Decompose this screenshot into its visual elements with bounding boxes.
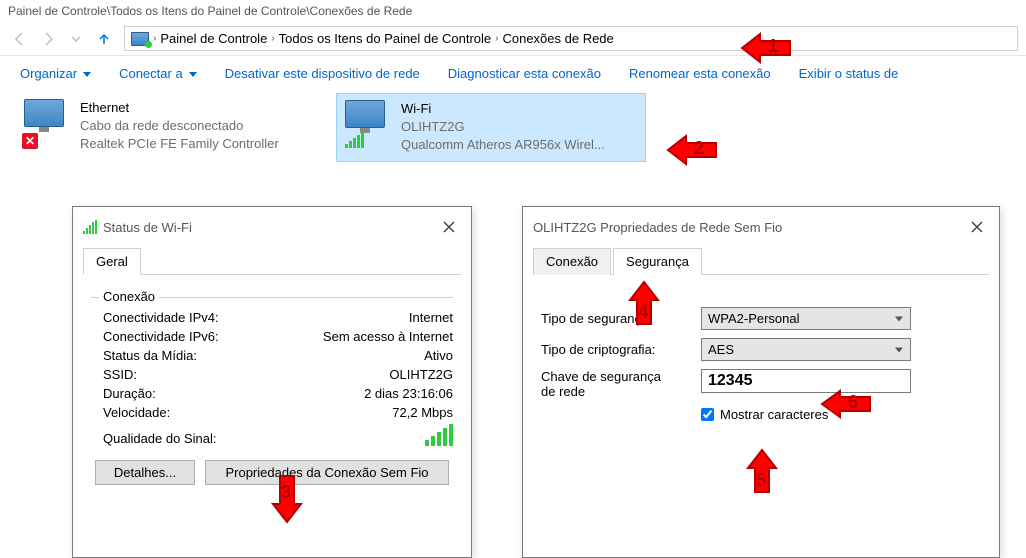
- wireless-properties-dialog: OLIHTZ2G Propriedades de Rede Sem Fio Co…: [522, 206, 1000, 558]
- adapter-name: Wi-Fi: [401, 100, 605, 118]
- wireless-properties-button[interactable]: Propriedades da Conexão Sem Fio: [205, 460, 449, 485]
- show-status[interactable]: Exibir o status de: [799, 66, 899, 81]
- rename-connection[interactable]: Renomear esta conexão: [629, 66, 771, 81]
- show-characters-label: Mostrar caracteres: [720, 407, 828, 422]
- signal-bars-icon: [425, 424, 453, 446]
- details-button[interactable]: Detalhes...: [95, 460, 195, 485]
- organize-menu[interactable]: Organizar: [20, 66, 91, 81]
- adapter-status: Cabo da rede desconectado: [80, 117, 279, 135]
- wifi-icon: [345, 100, 393, 148]
- speed-label: Velocidade:: [103, 405, 170, 420]
- adapter-wifi[interactable]: Wi-Fi OLIHTZ2G Qualcomm Atheros AR956x W…: [336, 93, 646, 162]
- security-type-label: Tipo de segurança:: [541, 311, 701, 326]
- tab-security[interactable]: Segurança: [613, 248, 702, 275]
- disable-device[interactable]: Desativar este dispositivo de rede: [225, 66, 420, 81]
- recent-dropdown[interactable]: [64, 27, 88, 51]
- close-button[interactable]: [965, 215, 989, 239]
- adapter-name: Ethernet: [80, 99, 279, 117]
- tab-connection[interactable]: Conexão: [533, 248, 611, 275]
- duration-label: Duração:: [103, 386, 156, 401]
- diagnose-connection[interactable]: Diagnosticar esta conexão: [448, 66, 601, 81]
- forward-button[interactable]: [36, 27, 60, 51]
- breadcrumb-a[interactable]: Painel de Controle: [160, 31, 267, 46]
- dialog-title: OLIHTZ2G Propriedades de Rede Sem Fio: [533, 220, 782, 235]
- control-panel-icon: [131, 32, 149, 46]
- adapter-device: Realtek PCIe FE Family Controller: [80, 135, 279, 153]
- command-bar: Organizar Conectar a Desativar este disp…: [0, 56, 1026, 91]
- dialog-title: Status de Wi-Fi: [103, 220, 192, 235]
- group-connection: Conexão: [99, 289, 159, 304]
- ipv6-label: Conectividade IPv6:: [103, 329, 219, 344]
- ethernet-icon: ✕: [24, 99, 72, 147]
- ssid-label: SSID:: [103, 367, 137, 382]
- disconnected-icon: ✕: [22, 133, 38, 149]
- ipv4-value: Internet: [409, 310, 453, 325]
- back-button[interactable]: [8, 27, 32, 51]
- signal-icon: [83, 220, 97, 234]
- up-button[interactable]: [92, 27, 116, 51]
- duration-value: 2 dias 23:16:06: [364, 386, 453, 401]
- window-title: Painel de Controle\Todos os Itens do Pai…: [0, 0, 1026, 22]
- adapter-ssid: OLIHTZ2G: [401, 118, 605, 136]
- nav-bar: › Painel de Controle › Todos os Itens do…: [0, 22, 1026, 56]
- ssid-value: OLIHTZ2G: [389, 367, 453, 382]
- media-label: Status da Mídia:: [103, 348, 197, 363]
- network-key-label-2: de rede: [541, 384, 701, 399]
- media-value: Ativo: [424, 348, 453, 363]
- encryption-type-label: Tipo de criptografia:: [541, 342, 701, 357]
- ipv4-label: Conectividade IPv4:: [103, 310, 219, 325]
- breadcrumb-c[interactable]: Conexões de Rede: [502, 31, 613, 46]
- breadcrumb-b[interactable]: Todos os Itens do Painel de Controle: [279, 31, 491, 46]
- adapter-list: ✕ Ethernet Cabo da rede desconectado Rea…: [0, 91, 1026, 174]
- network-key-input[interactable]: [701, 369, 911, 393]
- adapter-ethernet[interactable]: ✕ Ethernet Cabo da rede desconectado Rea…: [16, 93, 326, 162]
- close-button[interactable]: [437, 215, 461, 239]
- security-type-select[interactable]: WPA2-Personal: [701, 307, 911, 330]
- encryption-type-select[interactable]: AES: [701, 338, 911, 361]
- ipv6-value: Sem acesso à Internet: [323, 329, 453, 344]
- adapter-device: Qualcomm Atheros AR956x Wirel...: [401, 136, 605, 154]
- address-bar[interactable]: › Painel de Controle › Todos os Itens do…: [124, 26, 1018, 51]
- connect-to-menu[interactable]: Conectar a: [119, 66, 197, 81]
- tab-general[interactable]: Geral: [83, 248, 141, 275]
- wifi-status-dialog: Status de Wi-Fi Geral Conexão Conectivid…: [72, 206, 472, 558]
- speed-value: 72,2 Mbps: [392, 405, 453, 420]
- network-key-label: Chave de segurança: [541, 369, 701, 384]
- signal-label: Qualidade do Sinal:: [103, 431, 216, 446]
- show-characters-checkbox[interactable]: [701, 408, 714, 421]
